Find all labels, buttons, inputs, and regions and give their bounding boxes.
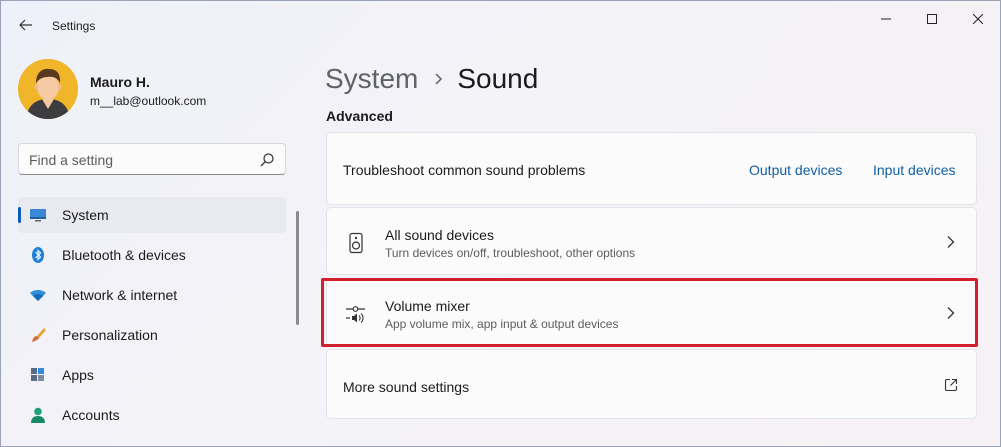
more-sound-settings-label: More sound settings <box>343 379 470 395</box>
page-title: Sound <box>457 63 539 94</box>
speaker-icon <box>349 232 363 254</box>
minimize-icon <box>881 18 891 20</box>
search-icon[interactable] <box>259 152 275 168</box>
search-box[interactable] <box>18 143 286 175</box>
avatar-image <box>18 59 78 119</box>
input-devices-link[interactable]: Input devices <box>873 162 956 178</box>
person-icon <box>31 407 45 423</box>
apps-icon <box>31 368 44 381</box>
maximize-button[interactable] <box>909 5 955 33</box>
row-title: All sound devices <box>385 227 494 243</box>
back-button[interactable] <box>11 11 41 39</box>
bluetooth-icon <box>32 247 44 263</box>
sidebar-item-label: Network & internet <box>62 287 178 303</box>
sidebar-item-label: Bluetooth & devices <box>62 247 186 263</box>
row-subtitle: Turn devices on/off, troubleshoot, other… <box>385 246 636 260</box>
mixer-icon <box>346 306 365 323</box>
sidebar-item-network[interactable]: Network & internet <box>18 277 286 313</box>
sidebar-item-label: Personalization <box>62 327 158 343</box>
troubleshoot-label: Troubleshoot common sound problems <box>343 162 586 178</box>
chevron-right-icon <box>947 236 955 248</box>
breadcrumb: System Sound <box>325 59 538 99</box>
output-devices-link[interactable]: Output devices <box>749 162 842 178</box>
sidebar-item-apps[interactable]: Apps <box>18 357 286 393</box>
user-name: Mauro H. <box>90 74 150 90</box>
avatar[interactable] <box>18 59 78 119</box>
chevron-right-icon <box>435 73 443 85</box>
sidebar-nav: System Bluetooth & devices Network & int… <box>18 197 286 437</box>
volume-mixer-row[interactable]: Volume mixer App volume mix, app input &… <box>326 278 977 346</box>
sidebar-item-accounts[interactable]: Accounts <box>18 397 286 433</box>
sidebar-item-personalization[interactable]: Personalization <box>18 317 286 353</box>
troubleshoot-card: Troubleshoot common sound problems Outpu… <box>326 132 977 205</box>
external-link-icon <box>944 378 958 392</box>
sidebar-item-bluetooth[interactable]: Bluetooth & devices <box>18 237 286 273</box>
minimize-button[interactable] <box>863 5 909 33</box>
section-title: Advanced <box>326 108 393 124</box>
app-title: Settings <box>52 19 96 33</box>
maximize-icon <box>927 14 937 24</box>
settings-window: Settings Mauro H. m__lab@outlook.com Fin… <box>0 0 1001 447</box>
row-subtitle: App volume mix, app input & output devic… <box>385 317 619 331</box>
all-sound-devices-row[interactable]: All sound devices Turn devices on/off, t… <box>326 207 977 275</box>
back-arrow-icon <box>19 19 32 31</box>
chevron-right-icon <box>947 307 955 319</box>
monitor-icon <box>30 209 46 222</box>
search-input[interactable] <box>29 151 249 169</box>
breadcrumb-parent[interactable]: System <box>325 63 418 95</box>
sidebar-item-system[interactable]: System <box>18 197 286 233</box>
paintbrush-icon <box>32 328 46 342</box>
user-email: m__lab@outlook.com <box>90 94 207 108</box>
more-sound-settings-row[interactable]: More sound settings <box>326 349 977 419</box>
close-button[interactable] <box>955 5 1000 33</box>
title-bar: Settings <box>1 1 1000 49</box>
wifi-icon <box>30 290 46 301</box>
sidebar-scrollbar[interactable] <box>296 211 299 325</box>
row-title: Volume mixer <box>385 298 470 314</box>
sidebar-item-label: Apps <box>62 367 94 383</box>
sidebar-item-label: System <box>62 207 109 223</box>
sidebar-item-label: Accounts <box>62 407 120 423</box>
close-icon <box>973 14 983 24</box>
